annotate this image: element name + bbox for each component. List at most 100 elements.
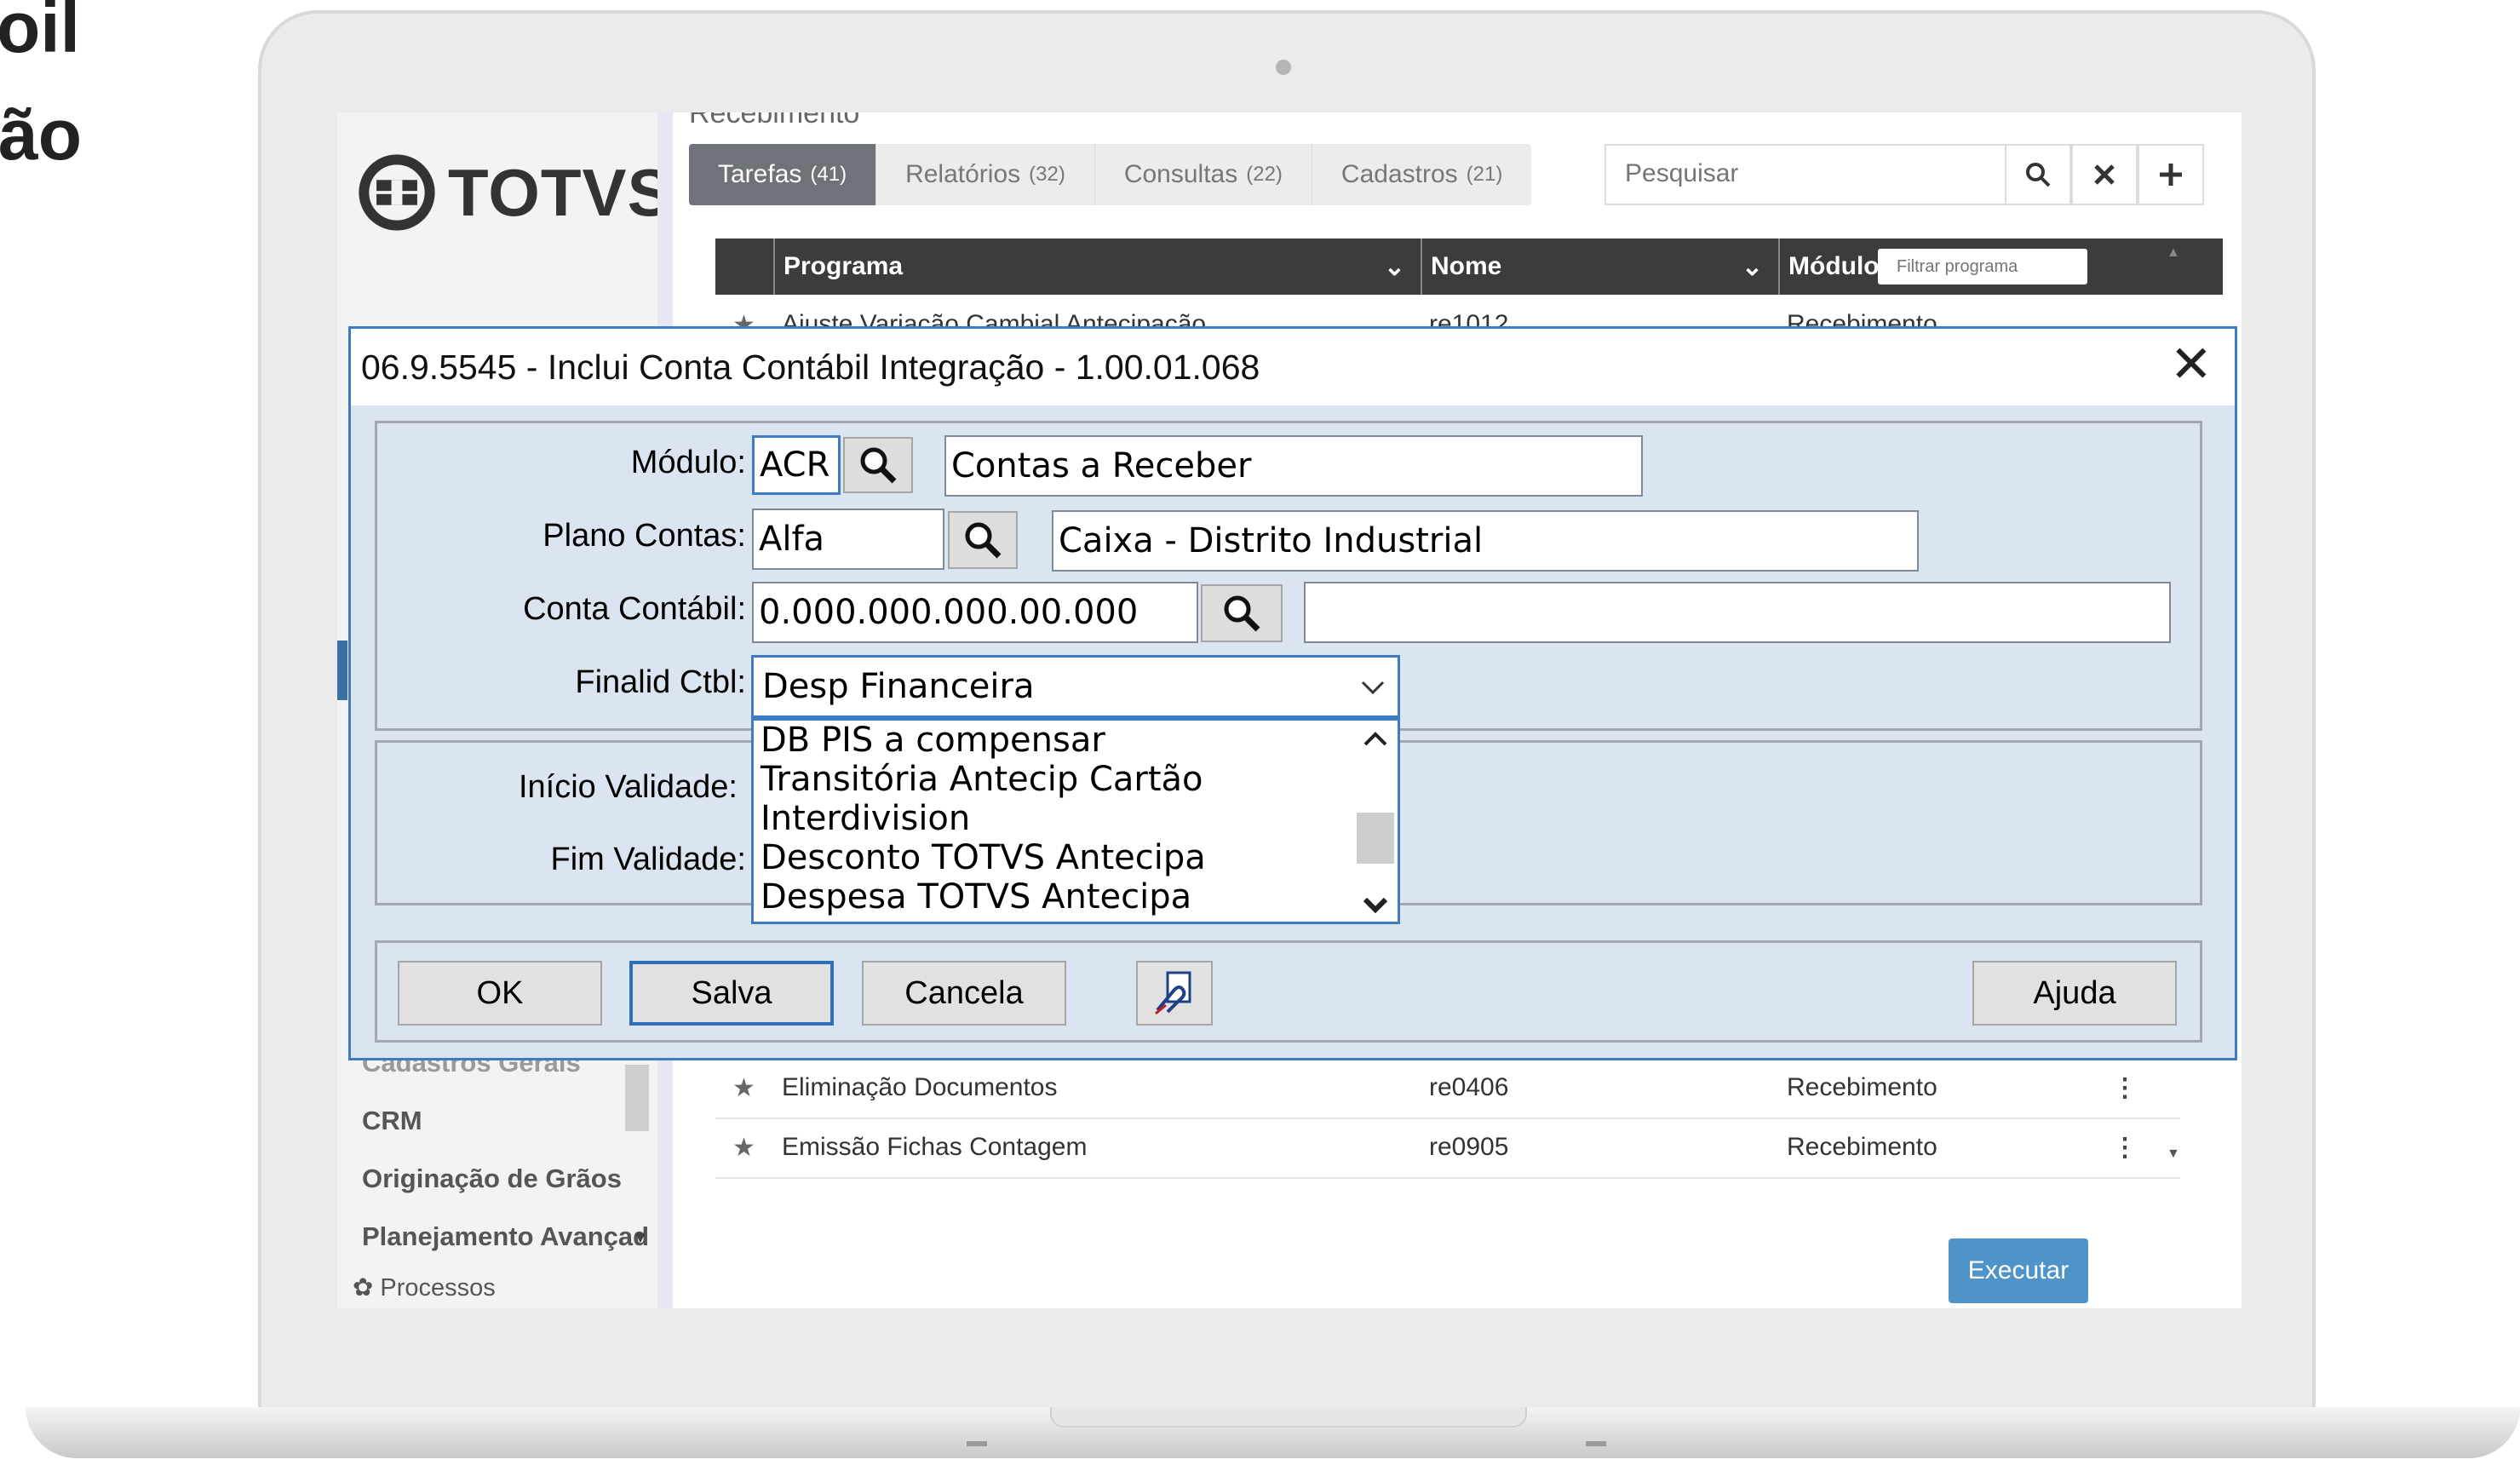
row-nome: re0406 — [1429, 1073, 1509, 1101]
tab-count: (32) — [1029, 163, 1065, 186]
modulo-description-field: Contas a Receber — [944, 435, 1643, 497]
plano-label: Plano Contas: — [542, 518, 746, 554]
plus-icon — [2160, 164, 2182, 186]
row-menu-icon[interactable]: ⋮ — [2112, 1073, 2138, 1103]
star-icon[interactable]: ★ — [732, 1073, 755, 1103]
ok-button[interactable]: OK — [398, 961, 602, 1026]
close-icon[interactable]: ✕ — [2170, 339, 2213, 390]
list-item[interactable]: Transitória Antecip Cartão — [754, 760, 1398, 799]
plano-description-field: Caixa - Distrito Industrial — [1052, 510, 1919, 572]
finalid-select[interactable]: Desp Financeira — [751, 655, 1400, 718]
tab-label: Cadastros — [1340, 160, 1458, 188]
tab-label: Tarefas — [718, 160, 802, 188]
tab-bar: Tarefas (41) Relatórios (32) Consultas (22)… — [689, 144, 1532, 205]
attachment-button[interactable] — [1136, 961, 1213, 1026]
tab-cadastros[interactable]: Cadastros (21) — [1312, 144, 1531, 205]
scroll-down-icon[interactable]: ▼ — [2167, 1146, 2180, 1162]
sidebar-item-crm[interactable]: CRM — [362, 1106, 422, 1136]
dropdown-scroll-thumb[interactable] — [1357, 813, 1394, 864]
tab-relatorios[interactable]: Relatórios (32) — [876, 144, 1095, 205]
column-programa[interactable]: Programa ⌄ — [773, 238, 1421, 295]
salva-button[interactable]: Salva — [629, 961, 834, 1026]
inclui-conta-dialog: 06.9.5545 - Inclui Conta Contábil Integr… — [348, 326, 2237, 1060]
conta-description-field — [1304, 582, 2171, 643]
laptop-foot — [967, 1441, 987, 1446]
chevron-down-icon: ⌄ — [1741, 252, 1763, 281]
row-modulo: Recebimento — [1787, 1073, 1937, 1101]
row-modulo: Recebimento — [1787, 1133, 1937, 1161]
conta-label: Conta Contábil: — [523, 591, 746, 627]
finalid-label: Finalid Ctbl: — [575, 664, 746, 700]
row-menu-icon[interactable]: ⋮ — [2112, 1133, 2138, 1163]
finalid-dropdown-list: DB PIS a compensar Transitória Antecip C… — [751, 718, 1400, 924]
modulo-code-field[interactable]: ACR — [752, 435, 841, 495]
search-input[interactable] — [1606, 146, 2010, 202]
sidebar-item-originacao[interactable]: Originação de Grãos — [362, 1164, 622, 1194]
dialog-title: 06.9.5545 - Inclui Conta Contábil Integr… — [361, 347, 1260, 387]
sidebar-item-planejamento[interactable]: Planejamento Avançad — [362, 1221, 649, 1252]
chevron-down-icon — [1361, 681, 1385, 695]
chevron-up-icon[interactable] — [1353, 722, 1398, 756]
finalid-selected-value: Desp Financeira — [762, 667, 1035, 706]
row-programa: Eliminação Documentos — [782, 1073, 1058, 1101]
modulo-label: Módulo: — [630, 445, 746, 480]
totvs-logo-icon — [359, 154, 435, 231]
executar-button[interactable]: Executar — [1949, 1238, 2088, 1303]
filter-input[interactable] — [1878, 249, 2087, 284]
column-nome[interactable]: Nome ⌄ — [1421, 238, 1778, 295]
chevron-down-icon: ⌄ — [1383, 252, 1405, 281]
plano-code-field[interactable]: Alfa — [752, 509, 944, 570]
tab-count: (41) — [810, 163, 847, 186]
breadcrumb: Recebimento — [689, 112, 860, 129]
tab-count: (21) — [1466, 163, 1503, 186]
plano-lookup-button[interactable] — [948, 511, 1018, 569]
search-icon — [860, 447, 897, 484]
search-icon — [2026, 163, 2051, 187]
dialog-titlebar: 06.9.5545 - Inclui Conta Contábil Integr… — [351, 329, 2235, 405]
close-icon — [2094, 164, 2115, 185]
tab-tarefas[interactable]: Tarefas (41) — [689, 144, 877, 205]
column-label: Módulo — [1788, 252, 1880, 280]
sidebar-scrollbar[interactable] — [625, 1065, 649, 1131]
fim-validade-label: Fim Validade: — [550, 842, 746, 877]
laptop-notch — [1050, 1407, 1527, 1428]
tab-label: Consultas — [1123, 160, 1238, 188]
tab-consultas[interactable]: Consultas (22) — [1095, 144, 1312, 205]
ajuda-button[interactable]: Ajuda — [1972, 961, 2177, 1026]
star-icon[interactable]: ★ — [732, 1133, 755, 1163]
column-label: Programa — [784, 252, 904, 280]
search-icon — [965, 522, 1002, 559]
grid-header: Programa ⌄ Nome ⌄ Módulo — [715, 238, 2223, 295]
add-button[interactable] — [2138, 144, 2204, 205]
row-programa: Emissão Fichas Contagem — [782, 1133, 1088, 1161]
gear-icon: ✿ — [353, 1274, 374, 1301]
dropdown-scrollbar[interactable] — [1353, 721, 1398, 922]
tab-count: (22) — [1246, 163, 1283, 186]
partial-heading-line2: ão — [0, 95, 83, 175]
table-row[interactable]: ★ Eliminação Documentos re0406 Recebimen… — [715, 1058, 2180, 1119]
scroll-up-icon[interactable]: ▲ — [2167, 245, 2180, 261]
list-item[interactable]: Interdivision — [754, 799, 1398, 838]
row-nome: re0905 — [1429, 1133, 1509, 1161]
caret-down-icon[interactable]: ▼ — [632, 1228, 649, 1248]
partial-heading-line1: oil — [0, 0, 80, 67]
modulo-lookup-button[interactable] — [843, 437, 913, 493]
list-item[interactable]: Despesa TOTVS Antecipa — [754, 877, 1398, 917]
laptop-foot — [1586, 1441, 1606, 1446]
search-button[interactable] — [2005, 144, 2071, 205]
cancela-button[interactable]: Cancela — [862, 961, 1066, 1026]
inicio-validade-label: Início Validade: — [518, 769, 738, 805]
processos-label: Processos — [380, 1274, 496, 1301]
list-item[interactable]: Desconto TOTVS Antecipa — [754, 838, 1398, 877]
conta-lookup-button[interactable] — [1201, 584, 1283, 642]
logo-text: TOTVS — [448, 154, 673, 230]
table-row[interactable]: ★ Emissão Fichas Contagem re0905 Recebim… — [715, 1118, 2180, 1179]
conta-code-field[interactable]: 0.000.000.000.00.000 — [752, 582, 1198, 643]
webcam — [1276, 60, 1291, 75]
column-label: Nome — [1431, 252, 1502, 280]
processos-link[interactable]: ✿ Processos — [353, 1273, 496, 1302]
list-item[interactable]: DB PIS a compensar — [754, 721, 1398, 760]
chevron-down-icon[interactable] — [1353, 888, 1398, 922]
clear-button[interactable] — [2071, 144, 2138, 205]
search-icon — [1224, 595, 1260, 632]
